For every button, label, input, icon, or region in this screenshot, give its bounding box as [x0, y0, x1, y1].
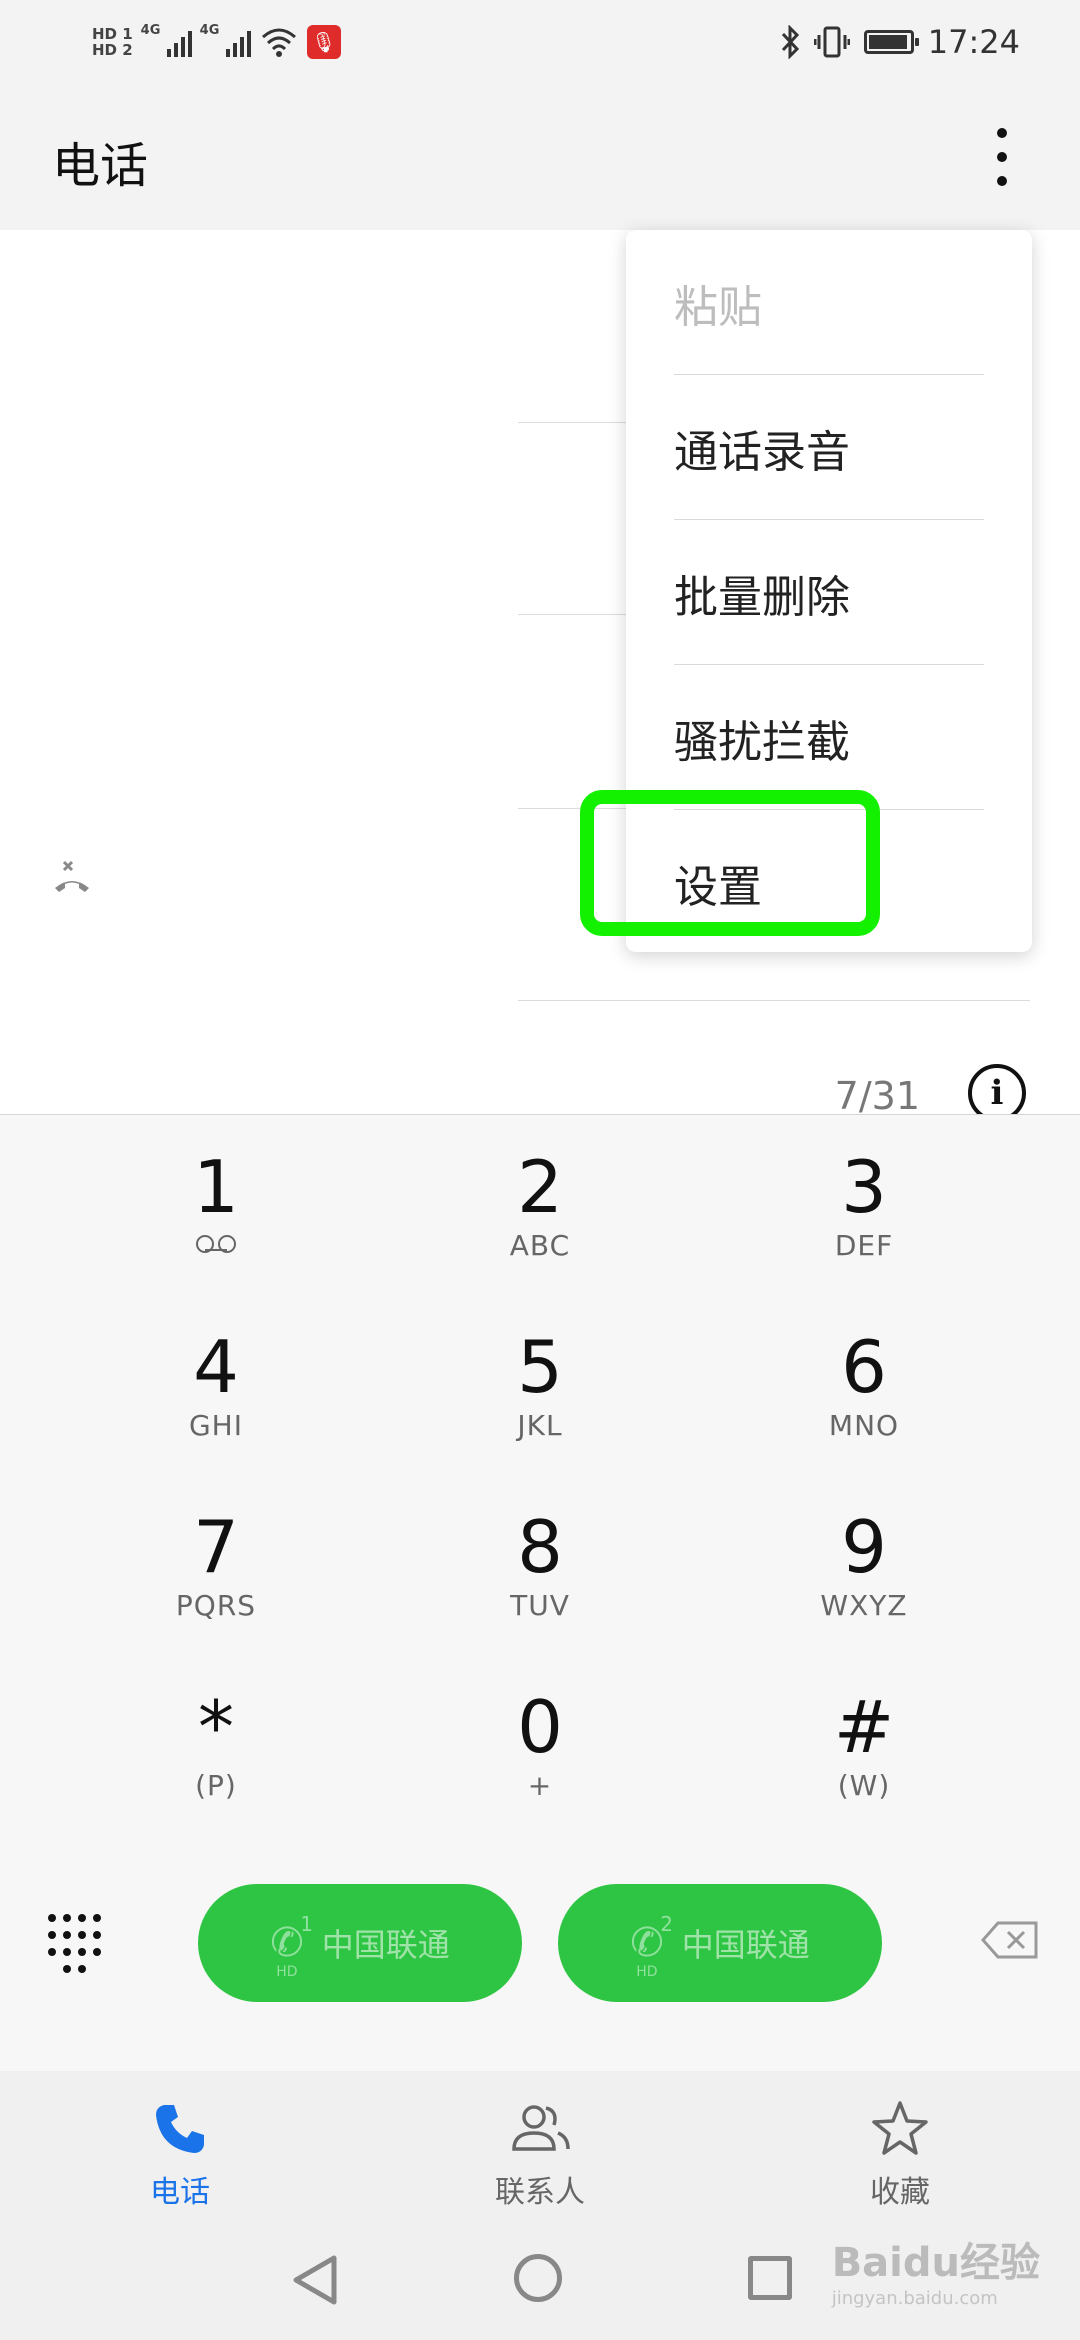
- signal-icon-2: 4G: [200, 23, 251, 57]
- network-type-label: 4G: [140, 23, 161, 38]
- more-vert-icon[interactable]: [996, 128, 1008, 186]
- tab-label: 收藏: [870, 2175, 930, 2210]
- menu-item-batch-delete[interactable]: 批量删除: [674, 520, 984, 665]
- vibrate-icon: [813, 26, 850, 58]
- bottom-tab-bar: 电话 联系人 收藏: [0, 2071, 1080, 2220]
- key-digit: 1: [193, 1145, 239, 1229]
- star-icon: [800, 2099, 1000, 2163]
- key-5[interactable]: 5 JKL: [410, 1295, 670, 1465]
- key-digit: 6: [841, 1325, 887, 1409]
- key-digit: 3: [841, 1145, 887, 1229]
- menu-item-harassment-block[interactable]: 骚扰拦截: [674, 665, 984, 810]
- page-indicator: 7/31: [834, 1074, 920, 1118]
- key-4[interactable]: 4 GHI: [86, 1295, 346, 1465]
- key-digit: 9: [841, 1505, 887, 1589]
- call-button-sim1[interactable]: ✆ 1 HD 中国联通: [198, 1884, 522, 2002]
- backspace-icon[interactable]: [980, 1920, 1040, 1960]
- hd1-label: HD 1: [92, 25, 133, 43]
- key-digit: 0: [517, 1685, 563, 1769]
- system-nav-bar: Baidu经验 jingyan.baidu.com: [0, 2220, 1080, 2340]
- call-button-sim2[interactable]: ✆ 2 HD 中国联通: [558, 1884, 882, 2002]
- menu-item-call-recording[interactable]: 通话录音: [674, 375, 984, 520]
- key-digit: #: [833, 1685, 895, 1769]
- key-letters: (W): [837, 1769, 891, 1802]
- sim-number: 1: [300, 1912, 313, 1936]
- missed-call-icon: [55, 860, 89, 892]
- page-title: 电话: [52, 138, 149, 194]
- menu-item-label: 骚扰拦截: [674, 716, 850, 768]
- key-3[interactable]: 3 DEF: [734, 1115, 994, 1285]
- key-letters: DEF: [834, 1229, 894, 1262]
- key-8[interactable]: 8 TUV: [410, 1475, 670, 1645]
- phone-icon: [80, 2099, 280, 2163]
- key-0[interactable]: 0 +: [410, 1655, 670, 1825]
- highlight-annotation: [580, 790, 880, 936]
- key-letters: +: [527, 1769, 553, 1802]
- key-7[interactable]: 7 PQRS: [86, 1475, 346, 1645]
- key-letters: WXYZ: [820, 1589, 908, 1622]
- key-letters: JKL: [517, 1409, 563, 1442]
- sim-number: 2: [660, 1912, 673, 1936]
- battery-icon: [863, 30, 919, 54]
- carrier-label: 中国联通: [681, 1926, 810, 1964]
- hd-label: HD: [276, 1964, 298, 1980]
- contacts-icon: [440, 2099, 640, 2163]
- key-letters: PQRS: [175, 1589, 257, 1622]
- clock: 17:24: [927, 23, 1020, 61]
- wifi-icon: [261, 28, 296, 57]
- key-digit: 4: [193, 1325, 239, 1409]
- key-6[interactable]: 6 MNO: [734, 1295, 994, 1465]
- key-digit: 8: [517, 1505, 563, 1589]
- voicemail-icon: [194, 1233, 238, 1255]
- tab-label: 电话: [150, 2175, 210, 2210]
- tab-favorites[interactable]: 收藏: [800, 2071, 1000, 2220]
- menu-item-label: 通话录音: [674, 426, 850, 478]
- tab-contacts[interactable]: 联系人: [440, 2071, 640, 2220]
- menu-item-label: 批量删除: [674, 571, 850, 623]
- key-star[interactable]: * (P): [86, 1655, 346, 1825]
- hd-label: HD: [636, 1964, 658, 1980]
- key-1[interactable]: 1: [86, 1115, 346, 1285]
- key-letters: MNO: [828, 1409, 900, 1442]
- watermark-brand: Baidu经验: [831, 2240, 1040, 2286]
- hd-indicators: HD 1 HD 2: [92, 26, 133, 58]
- call-actions-row: ✆ 1 HD 中国联通 ✆ 2 HD 中国联通: [0, 1884, 1080, 2004]
- key-digit: *: [198, 1685, 234, 1769]
- key-9[interactable]: 9 WXYZ: [734, 1475, 994, 1645]
- network-type-label-2: 4G: [199, 23, 220, 38]
- watermark: Baidu经验 jingyan.baidu.com: [832, 2230, 1040, 2309]
- status-bar: HD 1 HD 2 4G 4G 🎙 17:24: [0, 0, 1080, 84]
- carrier-label: 中国联通: [321, 1926, 450, 1964]
- key-letters: ABC: [509, 1229, 571, 1262]
- key-letters: (P): [195, 1769, 237, 1802]
- bluetooth-icon: [781, 25, 799, 59]
- list-divider: [518, 1000, 1030, 1001]
- key-letters: GHI: [188, 1409, 243, 1442]
- watermark-url: jingyan.baidu.com: [831, 2288, 998, 2309]
- key-hash[interactable]: # (W): [734, 1655, 994, 1825]
- signal-icon: 4G: [141, 23, 192, 57]
- mic-icon: 🎙: [306, 25, 341, 59]
- menu-item-label: 粘贴: [674, 281, 762, 333]
- key-digit: 7: [193, 1505, 239, 1589]
- key-digit: 2: [517, 1145, 563, 1229]
- key-2[interactable]: 2 ABC: [410, 1115, 670, 1285]
- tab-phone[interactable]: 电话: [80, 2071, 280, 2220]
- recents-icon[interactable]: [748, 2256, 792, 2300]
- phone-icon: ✆ 1 HD: [270, 1912, 313, 1980]
- app-bar: 电话: [0, 84, 1080, 230]
- hd2-label: HD 2: [92, 41, 133, 59]
- tab-label: 联系人: [495, 2175, 585, 2210]
- dialpad-toggle-icon[interactable]: [48, 1914, 101, 1976]
- key-letters: TUV: [510, 1589, 570, 1622]
- menu-item-paste[interactable]: 粘贴: [674, 230, 984, 375]
- back-icon[interactable]: [290, 2254, 340, 2306]
- phone-icon: ✆ 2 HD: [630, 1912, 673, 1980]
- key-digit: 5: [517, 1325, 563, 1409]
- home-icon[interactable]: [514, 2254, 562, 2302]
